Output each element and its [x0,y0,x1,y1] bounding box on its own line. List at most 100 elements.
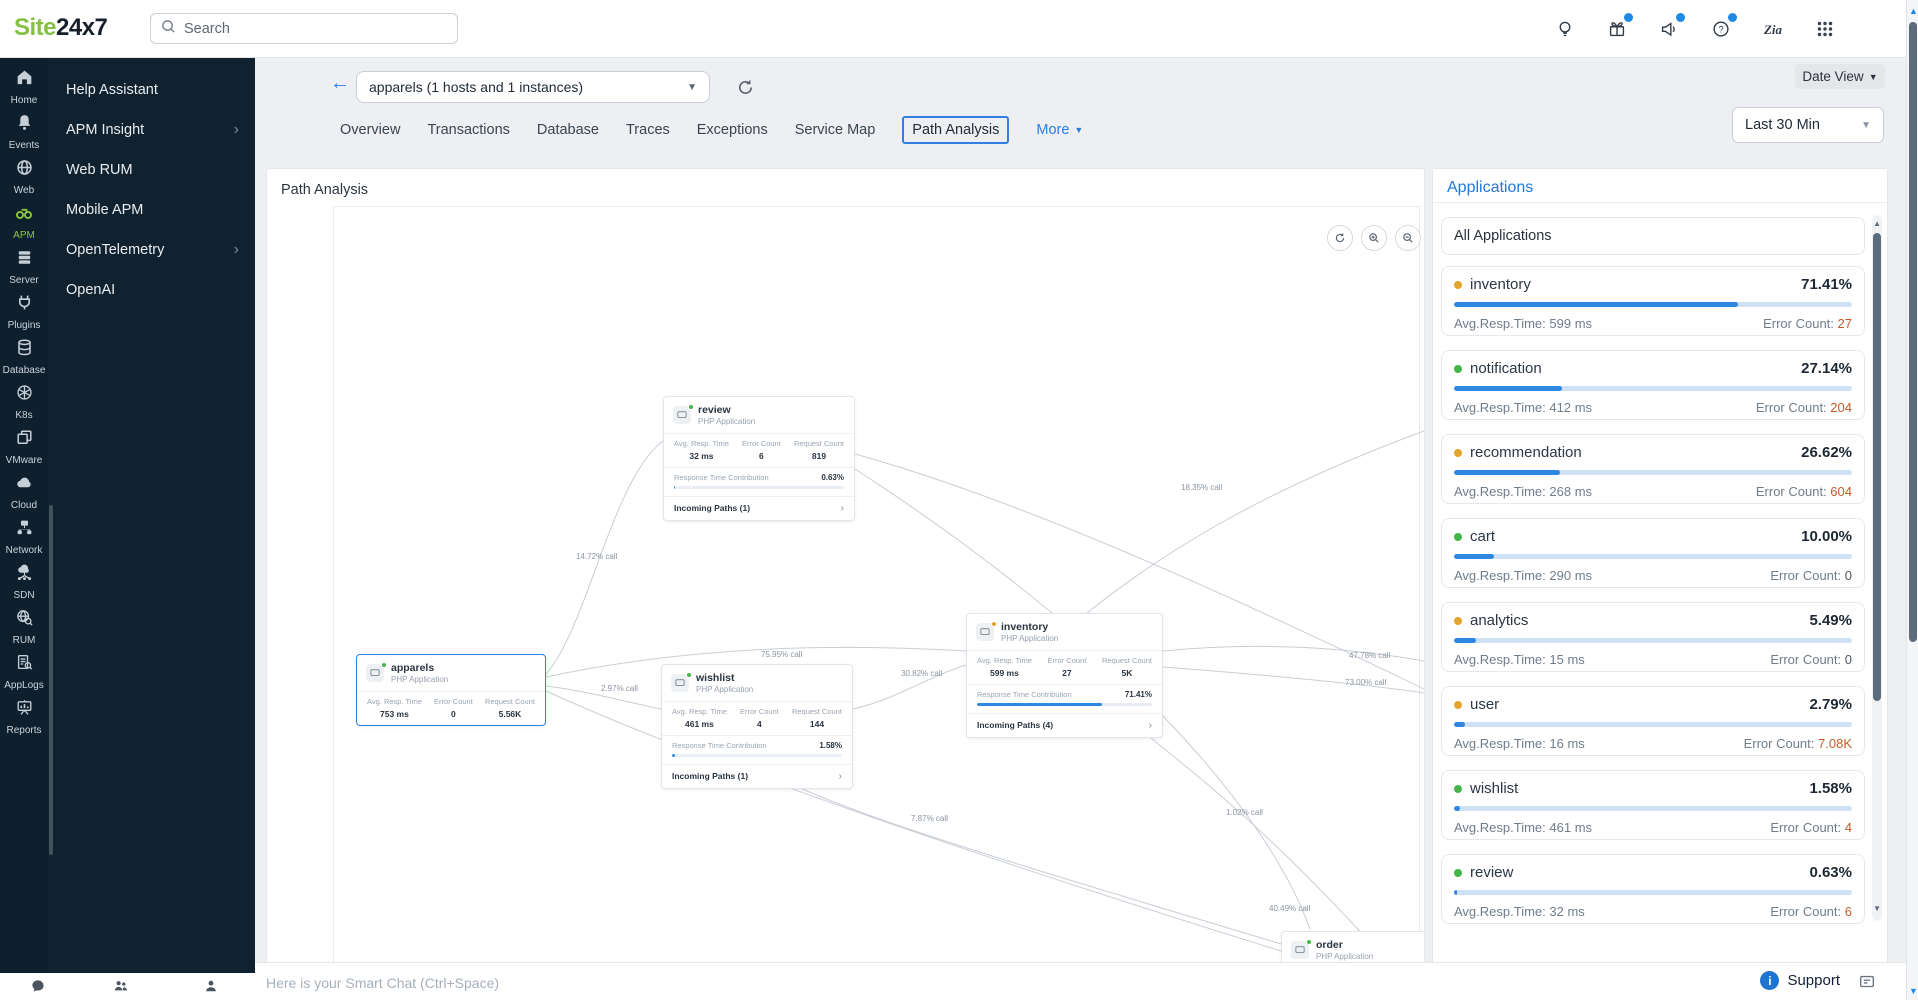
status-dot [688,404,694,410]
app-card-wishlist[interactable]: wishlist1.58% Avg.Resp.Time: 461 msError… [1441,770,1865,840]
app-node-icon [976,623,994,641]
sidebar-item-sdn[interactable]: SDN [0,559,48,604]
tab-service-map[interactable]: Service Map [795,122,876,138]
sidebar-item-web[interactable]: Web [0,154,48,199]
sidebar-item-vmware[interactable]: VMware [0,424,48,469]
global-search-input[interactable]: Search [150,13,458,44]
menu-item-mobile-apm[interactable]: Mobile APM [48,190,255,230]
stat-value: 4 [740,719,779,729]
zoom-out-button[interactable] [1395,225,1421,251]
app-card-inventory[interactable]: inventory71.41% Avg.Resp.Time: 599 msErr… [1441,266,1865,336]
menu-item-label: OpenTelemetry [66,242,164,258]
sidebar-item-database[interactable]: Database [0,334,48,379]
site24x7-logo[interactable]: Site24x7 [14,14,107,42]
zoom-in-button[interactable] [1361,225,1387,251]
page-scrollbar-thumb[interactable] [1909,22,1917,642]
time-range-dropdown[interactable]: Last 30 Min▼ [1732,107,1884,143]
sidebar-item-events[interactable]: Events [0,109,48,154]
error-count: Error Count: 204 [1756,400,1852,415]
error-count: Error Count: 0 [1770,652,1852,667]
gift-icon[interactable] [1604,16,1630,42]
graph-node-wishlist[interactable]: wishlistPHP Application Avg. Resp. Time4… [661,664,853,789]
path-graph-canvas [333,206,1420,965]
menu-item-label: Mobile APM [66,202,143,218]
menu-scrollbar-thumb[interactable] [49,505,53,855]
refresh-button[interactable] [732,74,758,100]
app-card-analytics[interactable]: analytics5.49% Avg.Resp.Time: 15 msError… [1441,602,1865,672]
sidebar-item-plugins[interactable]: Plugins [0,289,48,334]
sidebar-item-applogs[interactable]: AppLogs [0,649,48,694]
tab-database[interactable]: Database [537,122,599,138]
tab-exceptions[interactable]: Exceptions [697,122,768,138]
sidebar-item-network[interactable]: Network [0,514,48,559]
panel-scroll-up-arrow[interactable]: ▲ [1873,219,1881,228]
tab-path-analysis[interactable]: Path Analysis [902,116,1009,144]
back-arrow-icon[interactable]: ← [330,72,350,95]
chevron-down-icon: ▼ [1861,120,1871,131]
tab-traces[interactable]: Traces [626,122,670,138]
app-name: cart [1470,528,1495,545]
status-dot [1454,701,1462,709]
stat-header: Avg. Resp. Time [977,656,1032,665]
dock-contacts[interactable]: Contacts [193,978,229,1000]
status-dot [1454,281,1462,289]
sidebar-item-cloud[interactable]: Cloud [0,469,48,514]
smart-chat-input[interactable]: Here is your Smart Chat (Ctrl+Space) [266,975,499,991]
sidebar-item-apm[interactable]: APM [0,199,48,244]
panel-scrollbar-thumb[interactable] [1873,233,1881,701]
dock-chats[interactable]: Chats [26,978,50,1000]
feedback-icon[interactable] [1858,973,1876,996]
tab-overview[interactable]: Overview [340,122,400,138]
bulb-icon[interactable] [1552,16,1578,42]
megaphone-icon[interactable] [1656,16,1682,42]
graph-node-apparels[interactable]: apparelsPHP Application Avg. Resp. Time7… [356,654,546,726]
app-card-review[interactable]: review0.63% Avg.Resp.Time: 32 msError Co… [1441,854,1865,924]
graph-node-inventory[interactable]: inventoryPHP Application Avg. Resp. Time… [966,613,1163,738]
app-card-notification[interactable]: notification27.14% Avg.Resp.Time: 412 ms… [1441,350,1865,420]
menu-item-openai[interactable]: OpenAI [48,270,255,310]
tab-transactions[interactable]: Transactions [427,122,509,138]
graph-node-review[interactable]: reviewPHP Application Avg. Resp. Time32 … [663,396,855,521]
chat-dock: Chats Channels Contacts [0,978,255,1000]
panel-scroll-down-arrow[interactable]: ▼ [1873,904,1881,913]
incoming-paths-row[interactable]: Incoming Paths (4)› [967,713,1162,737]
page-scrollbar[interactable]: ▲ ▼ [1906,0,1918,1000]
sidebar-item-label: Reports [6,725,41,736]
graph-refresh-button[interactable] [1327,225,1353,251]
menu-item-opentelemetry[interactable]: OpenTelemetry› [48,230,255,270]
menu-item-help-assistant[interactable]: Help Assistant [48,70,255,110]
app-node-icon [366,664,384,682]
apps-grid-icon[interactable] [1812,16,1838,42]
person-icon [203,978,219,999]
zia-icon[interactable]: Zia [1760,16,1786,42]
sidebar-item-k8s[interactable]: K8s [0,379,48,424]
incoming-paths-row[interactable]: Incoming Paths (1)› [664,496,854,520]
sidebar-item-server[interactable]: Server [0,244,48,289]
monitor-selector-dropdown[interactable]: apparels (1 hosts and 1 instances)▼ [356,71,710,103]
all-applications-dropdown[interactable]: All Applications [1441,217,1865,255]
menu-item-apm-insight[interactable]: APM Insight› [48,110,255,150]
stat-value: 599 ms [977,668,1032,678]
help-icon[interactable]: ? [1708,16,1734,42]
date-view-button[interactable]: Date View▼ [1795,64,1885,89]
incoming-paths-row[interactable]: Incoming Paths (1)› [662,764,852,788]
app-card-cart[interactable]: cart10.00% Avg.Resp.Time: 290 msError Co… [1441,518,1865,588]
app-percent: 0.63% [1809,864,1852,881]
sidebar-item-home[interactable]: Home [0,64,48,109]
avg-resp-time: Avg.Resp.Time: 268 ms [1454,484,1592,499]
page-scroll-up-arrow[interactable]: ▲ [1909,6,1918,16]
app-progress-bar [1454,554,1852,559]
menu-item-web-rum[interactable]: Web RUM [48,150,255,190]
tab-more[interactable]: More▼ [1036,122,1083,138]
support-button[interactable]: iSupport [1760,971,1840,990]
left-nav-rail: Home Events Web APM Server Plugins Datab… [0,58,48,973]
dock-channels[interactable]: Channels [102,978,140,1000]
page-scroll-down-arrow[interactable]: ▼ [1909,986,1918,996]
graph-node-order[interactable]: orderPHP Application Avg. Resp. Time Err… [1281,931,1425,965]
notification-badge [1676,13,1685,22]
app-card-recommendation[interactable]: recommendation26.62% Avg.Resp.Time: 268 … [1441,434,1865,504]
sidebar-item-rum[interactable]: RUM [0,604,48,649]
app-card-user[interactable]: user2.79% Avg.Resp.Time: 16 msError Coun… [1441,686,1865,756]
sidebar-item-reports[interactable]: Reports [0,694,48,739]
edge-label: 7.87% call [911,814,948,823]
